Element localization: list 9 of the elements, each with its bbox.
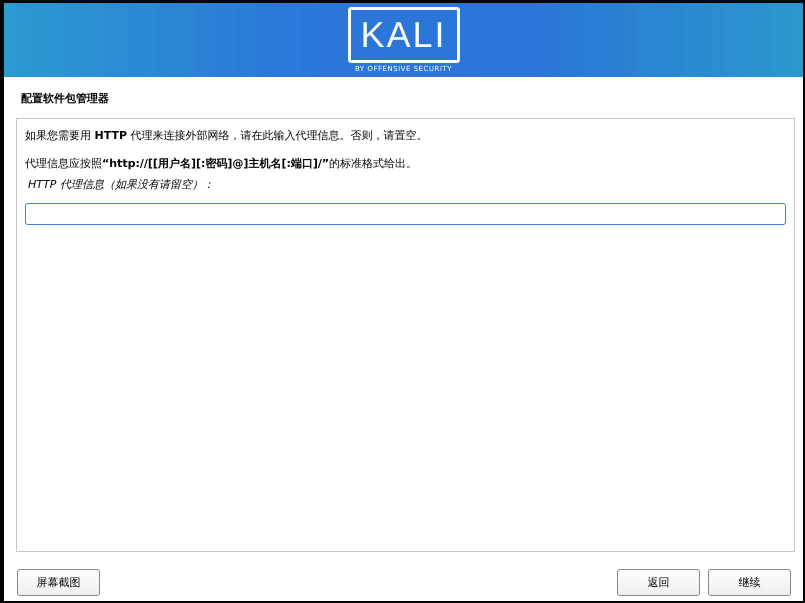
button[interactable]: 屏幕截图 bbox=[17, 569, 100, 596]
input-field[interactable] bbox=[25, 203, 786, 225]
button[interactable]: 返回 bbox=[617, 569, 700, 596]
button[interactable]: 继续 bbox=[708, 569, 791, 596]
instruction-text: 代理信息应按照“http://[[用户名][:密码]@]主机名[:端口]/”的标准格式给出。 bbox=[25, 157, 418, 171]
field-label: HTTP 代理信息（如果没有请留空）： bbox=[28, 177, 215, 192]
logo-frame: KALI bbox=[348, 7, 460, 63]
instruction-text: 如果您需要用 HTTP 代理来连接外部网络，请在此输入代理信息。否则，请置空。 bbox=[25, 129, 429, 143]
page-title: 配置软件包管理器 bbox=[20, 91, 110, 107]
